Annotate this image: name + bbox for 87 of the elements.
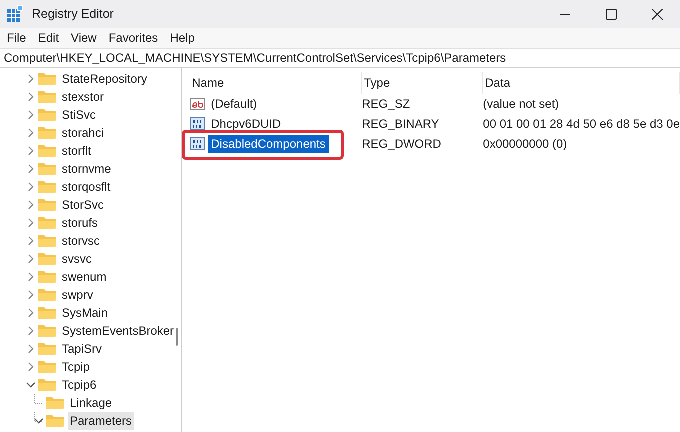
expand-chevron-icon[interactable] <box>26 236 36 246</box>
folder-icon <box>38 162 56 176</box>
column-header[interactable]: Data <box>483 72 680 94</box>
tree-item[interactable]: storahci <box>60 124 106 142</box>
menu-item[interactable]: View <box>66 29 104 47</box>
tree-item[interactable]: StiSvc <box>60 106 98 124</box>
tree-line <box>34 412 43 422</box>
expand-chevron-icon[interactable] <box>26 290 36 300</box>
value-data: 00 01 00 01 28 4d 50 e6 d8 5e d3 0e <box>483 116 680 133</box>
value-type: REG_DWORD <box>362 136 442 153</box>
value-data: (value not set) <box>483 96 560 113</box>
folder-icon <box>38 108 56 122</box>
folder-icon <box>38 288 56 302</box>
expand-chevron-icon[interactable] <box>26 308 36 318</box>
folder-icon <box>38 252 56 266</box>
tree-item[interactable]: storqosflt <box>60 178 113 196</box>
window-title: Registry Editor <box>32 6 114 23</box>
expand-chevron-icon[interactable] <box>26 326 36 336</box>
folder-icon <box>38 72 56 86</box>
value-name[interactable]: Dhcpv6DUID <box>208 115 284 133</box>
tree-item[interactable]: svsvc <box>60 250 94 268</box>
folder-icon <box>46 396 64 410</box>
expand-chevron-icon[interactable] <box>26 344 36 354</box>
value-data: 0x00000000 (0) <box>483 136 568 153</box>
expand-chevron-icon[interactable] <box>26 110 36 120</box>
folder-icon <box>38 216 56 230</box>
expand-chevron-icon[interactable] <box>26 92 36 102</box>
expand-chevron-icon[interactable] <box>26 362 36 372</box>
folder-icon <box>38 234 56 248</box>
registry-app-icon <box>6 5 24 23</box>
binary-value-icon <box>190 137 206 151</box>
tree-item[interactable]: Tcpip <box>60 358 92 376</box>
expand-chevron-icon[interactable] <box>26 200 36 210</box>
binary-value-icon <box>190 117 206 131</box>
expand-chevron-icon[interactable] <box>26 272 36 282</box>
address-bar[interactable]: Computer\HKEY_LOCAL_MACHINE\SYSTEM\CurrentControlSet\Services\Tcpip6\Parameters <box>4 49 506 67</box>
collapse-chevron-icon[interactable] <box>34 416 44 426</box>
scrollbar-thumb[interactable] <box>176 328 178 346</box>
tree-item[interactable]: stexstor <box>60 88 106 106</box>
expand-chevron-icon[interactable] <box>26 164 36 174</box>
folder-icon <box>38 324 56 338</box>
collapse-chevron-icon[interactable] <box>26 380 36 390</box>
expand-chevron-icon[interactable] <box>26 218 36 228</box>
column-header[interactable]: Name <box>190 72 362 94</box>
tree-item[interactable]: TapiSrv <box>60 340 104 358</box>
tree-item[interactable]: Tcpip6 <box>60 376 99 394</box>
tree-item[interactable]: SystemEventsBroker <box>60 322 176 340</box>
tree-line <box>34 394 43 404</box>
tree-item[interactable]: stornvme <box>60 160 114 178</box>
folder-icon <box>38 126 56 140</box>
menu-item[interactable]: Favorites <box>104 29 166 47</box>
folder-icon <box>38 306 56 320</box>
folder-icon <box>38 90 56 104</box>
folder-icon <box>38 378 56 392</box>
tree-item[interactable]: swprv <box>60 286 96 304</box>
tree-item[interactable]: StorSvc <box>60 196 106 214</box>
value-type: REG_BINARY <box>362 116 440 133</box>
menu-item[interactable]: File <box>2 29 34 47</box>
column-header[interactable]: Type <box>362 72 484 94</box>
folder-icon <box>38 360 56 374</box>
expand-chevron-icon[interactable] <box>26 74 36 84</box>
value-type: REG_SZ <box>362 96 412 113</box>
tree-item[interactable]: storvsc <box>60 232 102 250</box>
expand-chevron-icon[interactable] <box>26 146 36 156</box>
close-icon <box>652 8 662 20</box>
tree-item[interactable]: storflt <box>60 142 94 160</box>
folder-icon <box>38 180 56 194</box>
expand-chevron-icon[interactable] <box>26 254 36 264</box>
maximize-icon <box>606 8 616 20</box>
menu-item[interactable]: Help <box>165 29 202 47</box>
tree-item[interactable]: swenum <box>60 268 109 286</box>
tree-item[interactable]: SysMain <box>60 304 110 322</box>
value-name[interactable]: (Default) <box>208 95 260 113</box>
value-name[interactable]: DisabledComponents <box>208 135 329 153</box>
folder-icon <box>46 414 64 428</box>
folder-icon <box>38 342 56 356</box>
tree-item[interactable]: storufs <box>60 214 100 232</box>
expand-chevron-icon[interactable] <box>26 182 36 192</box>
tree-item[interactable]: Parameters <box>68 412 134 430</box>
tree-item[interactable]: Linkage <box>68 394 114 412</box>
folder-icon <box>38 144 56 158</box>
folder-icon <box>38 270 56 284</box>
tree-item[interactable]: StateRepository <box>60 70 150 88</box>
folder-icon <box>38 198 56 212</box>
expand-chevron-icon[interactable] <box>26 128 36 138</box>
menu-item[interactable]: Edit <box>33 29 66 47</box>
string-value-icon <box>190 97 206 111</box>
